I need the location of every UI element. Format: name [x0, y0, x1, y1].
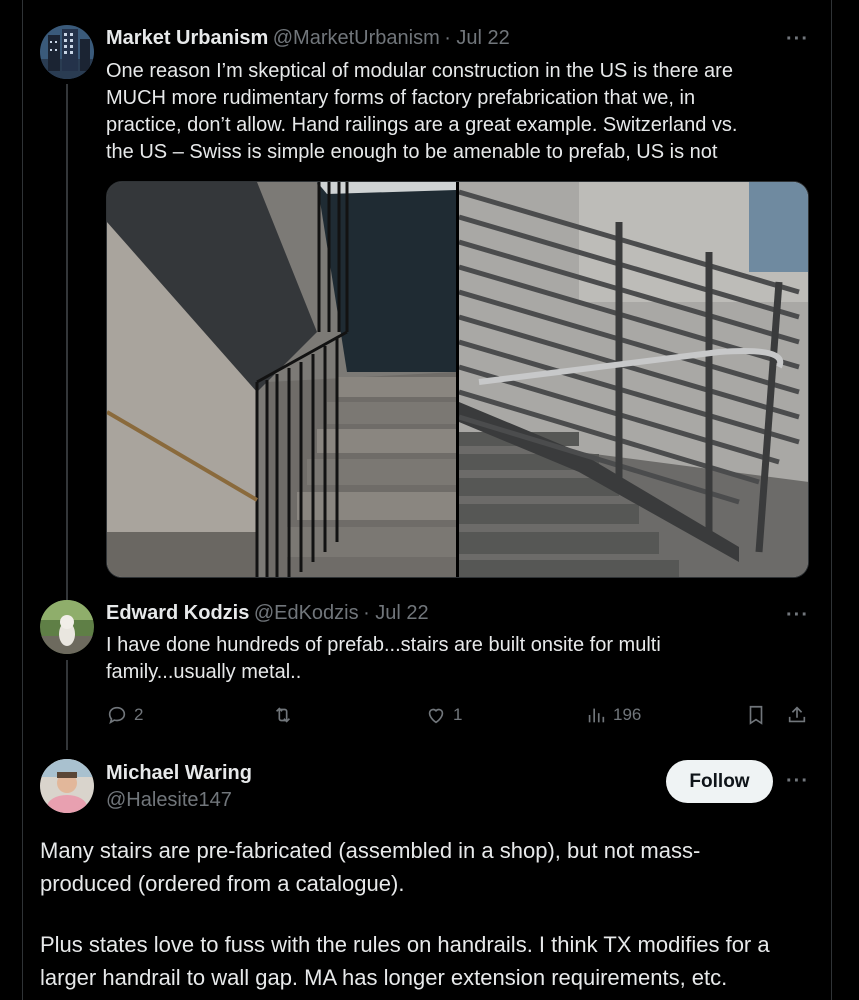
follow-button[interactable]: Follow	[666, 760, 773, 803]
author-handle[interactable]: @EdKodzis	[254, 602, 359, 624]
share-button[interactable]	[786, 704, 808, 726]
more-options-icon[interactable]: ···	[786, 604, 809, 627]
tweet-1-text: One reason I’m skeptical of modular cons…	[106, 58, 806, 166]
text-line: practice, don’t allow. Hand railings are…	[106, 114, 738, 136]
michael-waring-avatar[interactable]	[40, 759, 94, 813]
text-line: the US – Swiss is simple enough to be am…	[106, 141, 718, 163]
thread-line	[66, 660, 68, 750]
retweet-icon	[275, 707, 291, 723]
swiss-stair-photo[interactable]	[107, 182, 456, 577]
tweet-3-paragraph-1: Many stairs are pre-fabricated (assemble…	[40, 834, 820, 900]
us-stair-photo[interactable]	[458, 182, 808, 577]
market-urbanism-avatar[interactable]	[40, 25, 94, 79]
text-line: family...usually metal..	[106, 661, 302, 683]
tweet-2-header: Edward Kodzis @EdKodzis · Jul 22	[106, 602, 429, 625]
more-options-icon[interactable]: ···	[786, 770, 809, 793]
heart-icon	[428, 708, 444, 724]
text-line: I have done hundreds of prefab...stairs …	[106, 634, 661, 656]
text-line: Plus states love to fuss with the rules …	[40, 932, 770, 957]
author-name[interactable]: Michael Waring	[106, 762, 252, 785]
retweet-button[interactable]	[272, 704, 300, 726]
views-count: 196	[613, 705, 642, 724]
text-line: larger handrail to wall gap. MA has long…	[40, 965, 728, 990]
tweet-1-header: Market Urbanism @MarketUrbanism · Jul 22	[106, 27, 510, 50]
tweet-2-text: I have done hundreds of prefab...stairs …	[106, 632, 806, 686]
text-line: produced (ordered from a catalogue).	[40, 871, 405, 896]
tweet-media[interactable]	[106, 181, 809, 578]
reply-button[interactable]: 2	[106, 704, 143, 726]
more-options-icon[interactable]: ···	[786, 28, 809, 51]
like-button[interactable]: 1	[425, 704, 462, 726]
tweet-date[interactable]: · Jul 22	[363, 602, 429, 624]
bookmark-button[interactable]	[745, 704, 767, 726]
share-icon	[788, 706, 806, 723]
author-name[interactable]: Market Urbanism	[106, 27, 268, 49]
text-line: Many stairs are pre-fabricated (assemble…	[40, 838, 701, 863]
reply-icon	[108, 706, 126, 725]
views-button[interactable]: 196	[585, 704, 641, 726]
thread-line	[66, 84, 68, 604]
like-count: 1	[453, 705, 463, 724]
author-name[interactable]: Edward Kodzis	[106, 602, 249, 624]
author-handle[interactable]: @Halesite147	[106, 789, 252, 812]
tweet-date[interactable]: · Jul 22	[444, 27, 510, 49]
tweet-3-paragraph-2: Plus states love to fuss with the rules …	[40, 928, 820, 994]
tweet-3-header: Michael Waring @Halesite147	[106, 762, 252, 812]
author-handle[interactable]: @MarketUrbanism	[273, 27, 440, 49]
text-line: One reason I’m skeptical of modular cons…	[106, 60, 733, 82]
views-icon	[588, 708, 605, 723]
bookmark-icon	[749, 705, 763, 725]
text-line: MUCH more rudimentary forms of factory p…	[106, 87, 696, 109]
reply-count: 2	[134, 705, 144, 724]
edward-kodzis-avatar[interactable]	[40, 600, 94, 654]
